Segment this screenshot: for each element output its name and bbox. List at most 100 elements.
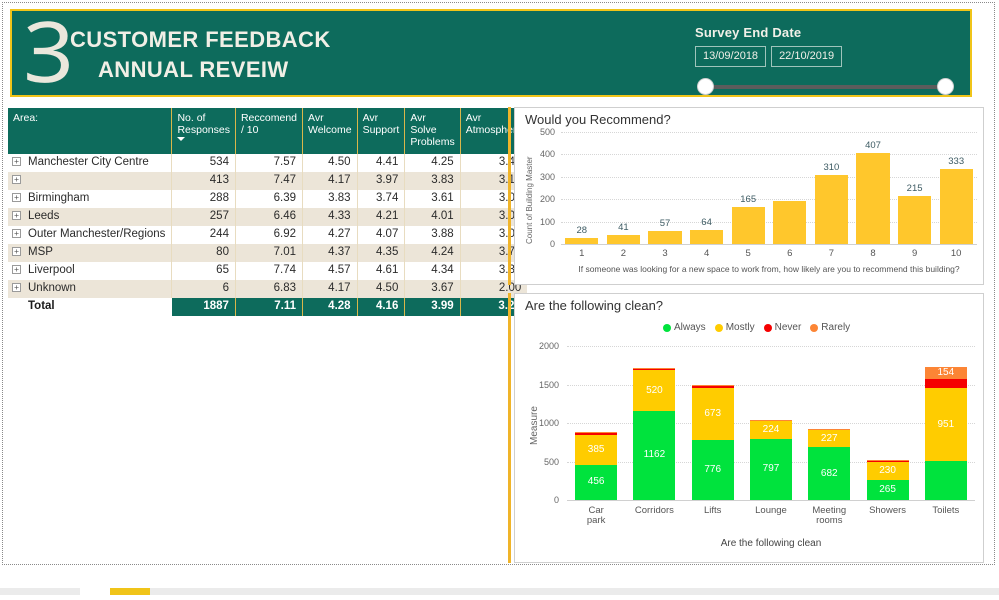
page-tab-strip[interactable]: [0, 588, 999, 600]
bar[interactable]: [897, 195, 932, 244]
row-expand-icon[interactable]: +: [12, 229, 21, 238]
bar[interactable]: [648, 231, 682, 244]
table-cell-recommend: 7.01: [235, 244, 304, 262]
table-cell-area-label: Liverpool: [28, 264, 75, 276]
table-cell-area[interactable]: + Outer Manchester/Regions: [8, 226, 173, 244]
clean-chart-panel[interactable]: Are the following clean? Always Mostly Nev…: [514, 293, 984, 563]
table-cell-support: 4.07: [357, 226, 406, 244]
bar[interactable]: [856, 152, 890, 244]
tab-inactive-left[interactable]: [0, 588, 80, 595]
table-row[interactable]: + Outer Manchester/Regions 244 6.92 4.27 4.07…: [8, 226, 528, 244]
x-axis-tick: 1: [579, 248, 585, 259]
row-expand-icon[interactable]: +: [12, 193, 21, 202]
column-header-area[interactable]: Area:: [8, 108, 173, 154]
start-date-input[interactable]: 13/09/2018: [695, 46, 767, 67]
bar[interactable]: [731, 207, 765, 244]
table-cell-area-label: Birmingham: [28, 192, 90, 204]
y-gridline: [561, 132, 977, 133]
table-cell-responses: 80: [171, 244, 236, 262]
bar[interactable]: [689, 229, 724, 244]
table-cell-area-label: MSP: [28, 246, 53, 258]
table-cell-responses: 244: [171, 226, 236, 244]
bar-value-label: 265: [879, 483, 896, 495]
slicer-date-inputs[interactable]: 13/09/2018 22/10/2019: [695, 46, 965, 67]
table-header-row: Area: No. of Responses Reccomend / 10 Av…: [8, 108, 528, 154]
bar-segment-never[interactable]: [924, 378, 967, 388]
column-header-recommend[interactable]: Reccomend / 10: [235, 108, 304, 154]
table-row[interactable]: +MSP807.014.374.354.243.78: [8, 244, 528, 262]
slider-handle-end[interactable]: [937, 78, 954, 95]
date-range-slider[interactable]: [695, 78, 955, 96]
table-row[interactable]: + Unknown 6 6.83 4.17 4.50 3.67 2.00: [8, 280, 528, 298]
row-expand-icon[interactable]: +: [12, 211, 21, 220]
column-header-welcome[interactable]: Avr Welcome: [302, 108, 358, 154]
row-expand-icon[interactable]: +: [12, 157, 21, 166]
table-total-row: Total18877.114.284.163.993.24: [8, 298, 528, 316]
table-cell-recommend: 7.47: [235, 172, 304, 190]
table-row[interactable]: +Birmingham2886.393.833.743.613.03: [8, 190, 528, 208]
bar-segment-never[interactable]: [750, 420, 792, 422]
table-row[interactable]: +4137.474.173.973.833.14: [8, 172, 528, 190]
bar[interactable]: [939, 169, 973, 244]
table-cell-responses: 413: [171, 172, 236, 190]
bar-segment-rarely[interactable]: [575, 431, 618, 433]
row-expand-icon[interactable]: +: [12, 247, 21, 256]
table-row[interactable]: +Liverpool657.744.574.614.343.38: [8, 262, 528, 280]
column-header-support[interactable]: Avr Support: [357, 108, 406, 154]
bar[interactable]: [773, 200, 807, 244]
table-row[interactable]: + Manchester City Centre 534 7.57 4.50 4.41 4.…: [8, 154, 528, 172]
column-header-area-label: Area:: [13, 112, 39, 124]
table-cell-area[interactable]: + MSP: [8, 244, 173, 262]
bar-value-label: 310: [823, 161, 840, 173]
bar-segment-rarely[interactable]: [633, 367, 676, 369]
column-header-solve-problems[interactable]: Avr Solve Problems: [404, 108, 461, 154]
bar[interactable]: [814, 174, 849, 244]
x-axis-tick: 6: [787, 248, 793, 259]
table-cell-support: 4.41: [357, 154, 406, 172]
bar-segment-never[interactable]: [866, 460, 909, 462]
y-axis-tick: 1500: [538, 379, 559, 390]
y-axis-tick: 500: [539, 127, 555, 137]
table-cell-area[interactable]: + Unknown: [8, 280, 173, 298]
table-cell-area[interactable]: + Manchester City Centre: [8, 154, 173, 172]
bar-segment-never[interactable]: [575, 432, 618, 436]
bar-value-label: 215: [906, 182, 923, 194]
y-axis-title: Count of Building Master: [525, 156, 534, 244]
table-cell-support: 4.50: [357, 280, 406, 298]
recommend-chart-panel[interactable]: Would you Recommend? 0 100 200 300 400 500 28 1…: [514, 107, 984, 285]
bar-segment-always[interactable]: [924, 461, 967, 500]
bar-value-label: 154: [937, 366, 955, 378]
bar-segment-rarely[interactable]: [808, 428, 851, 430]
table-row[interactable]: +Leeds2576.464.334.214.013.09: [8, 208, 528, 226]
row-expand-icon[interactable]: +: [12, 265, 21, 274]
table-cell-area[interactable]: + Leeds: [8, 208, 173, 226]
table-cell-area[interactable]: +: [8, 172, 173, 190]
bar-segment-never[interactable]: [691, 386, 734, 389]
table-cell-welcome: 4.57: [302, 262, 358, 280]
tab-inactive-right[interactable]: [150, 588, 999, 595]
row-expand-icon[interactable]: +: [12, 175, 21, 184]
table-cell-responses: 534: [171, 154, 236, 172]
bar-segment-rarely[interactable]: [866, 460, 909, 461]
bar-segment-never[interactable]: [633, 368, 676, 371]
bar-segment-never[interactable]: [808, 429, 851, 430]
bar-segment-rarely[interactable]: [750, 419, 792, 421]
slider-handle-start[interactable]: [697, 78, 714, 95]
table-cell-area[interactable]: + Liverpool: [8, 262, 173, 280]
table-cell-solve: 4.34: [404, 262, 461, 280]
end-date-input[interactable]: 22/10/2019: [771, 46, 843, 67]
survey-end-date-slicer[interactable]: Survey End Date 13/09/2018 22/10/2019: [695, 25, 965, 96]
table-cell-solve: 3.67: [404, 280, 461, 298]
bar[interactable]: [606, 234, 641, 244]
column-header-responses[interactable]: No. of Responses: [171, 108, 236, 154]
bar-value-label: 797: [762, 463, 780, 475]
x-axis-tick: Showers: [869, 505, 907, 516]
dashboard-header: Ɜ CUSTOMER FEEDBACK ANNUAL REVEIW Survey…: [10, 9, 972, 97]
bar-value-label: 776: [704, 464, 722, 476]
table-cell-area[interactable]: + Birmingham: [8, 190, 173, 208]
bar-value-label: 1162: [643, 449, 666, 461]
row-expand-icon[interactable]: +: [12, 283, 21, 292]
feedback-matrix-table[interactable]: Area: No. of Responses Reccomend / 10 Av…: [8, 108, 528, 316]
tab-active-indicator[interactable]: [110, 588, 150, 595]
bar-segment-rarely[interactable]: [691, 384, 734, 387]
